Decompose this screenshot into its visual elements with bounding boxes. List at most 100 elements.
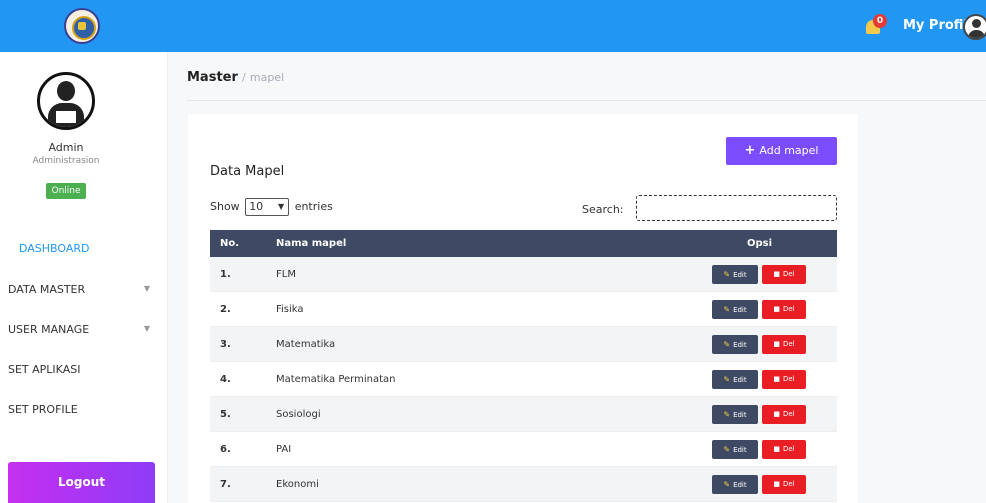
chevron-down-icon: ▼ [143, 324, 150, 333]
table-row: 5. Sosiologi ✎ Edit ■ Del [210, 397, 837, 432]
row-name: Matematika Perminatan [276, 374, 396, 385]
pencil-icon: ✎ [723, 375, 731, 384]
pencil-icon: ✎ [723, 270, 731, 279]
sidebar-item-label: USER MANAGE [8, 323, 90, 336]
entries-select[interactable]: 10 ▼ [245, 198, 290, 216]
row-name: Matematika [276, 339, 336, 350]
row-name: Ekonomi [276, 479, 319, 490]
trash-icon: ■ [773, 445, 780, 453]
logout-button[interactable]: Logout [8, 462, 155, 503]
row-number: 1. [220, 269, 231, 280]
trash-icon: ■ [773, 270, 780, 278]
edit-button[interactable]: ✎ Edit [712, 405, 758, 424]
edit-button[interactable]: ✎ Edit [712, 440, 758, 459]
row-number: 4. [220, 374, 231, 385]
edit-label: Edit [733, 376, 747, 384]
edit-label: Edit [733, 306, 747, 314]
column-header-nama-mapel[interactable]: Nama mapel [276, 238, 346, 249]
table-row: 4. Matematika Perminatan ✎ Edit ■ Del [210, 362, 837, 397]
plus-icon: + [744, 143, 756, 158]
table-row: 7. Ekonomi ✎ Edit ■ Del [210, 467, 837, 502]
search-label: Search: [582, 203, 624, 216]
edit-label: Edit [733, 271, 747, 279]
sidebar-item-label: DATA MASTER [8, 283, 86, 296]
breadcrumb-separator: / [242, 71, 246, 84]
sidebar-item-set-profile[interactable]: SET PROFILE [8, 403, 158, 416]
row-name: Sosiologi [276, 409, 321, 420]
trash-icon: ■ [773, 340, 780, 348]
sidebar-item-dashboard[interactable]: DASHBOARD [19, 242, 169, 255]
search-input[interactable] [636, 195, 837, 221]
entries-control: Show 10 ▼ entries [210, 198, 333, 216]
delete-label: Del [782, 305, 795, 313]
breadcrumb-current: mapel [249, 71, 285, 84]
table-header: No. Nama mapel Opsi [210, 230, 837, 257]
show-label: Show [210, 200, 240, 213]
edit-label: Edit [733, 481, 747, 489]
pencil-icon: ✎ [723, 480, 731, 489]
row-name: Fisika [276, 304, 304, 315]
table-row: 2. Fisika ✎ Edit ■ Del [210, 292, 837, 327]
row-number: 6. [220, 444, 231, 455]
table-row: 6. PAI ✎ Edit ■ Del [210, 432, 837, 467]
breadcrumb-divider [187, 100, 986, 101]
entries-value: 10 [249, 200, 264, 213]
delete-button[interactable]: ■ Del [762, 475, 806, 494]
user-avatar [37, 72, 95, 130]
table-row: 1. FLM ✎ Edit ■ Del [210, 257, 837, 292]
table-row: 3. Matematika ✎ Edit ■ Del [210, 327, 837, 362]
row-name: FLM [276, 269, 296, 280]
breadcrumb-main[interactable]: Master [187, 70, 238, 85]
pencil-icon: ✎ [723, 305, 731, 314]
edit-button[interactable]: ✎ Edit [712, 370, 758, 389]
column-header-opsi: Opsi [747, 238, 773, 249]
edit-button[interactable]: ✎ Edit [712, 265, 758, 284]
notification-bell[interactable]: 0 [864, 14, 887, 38]
trash-icon: ■ [773, 410, 780, 418]
notification-count-badge: 0 [873, 14, 887, 28]
row-number: 2. [220, 304, 231, 315]
top-navbar: 0 My Profile [0, 0, 986, 52]
row-number: 5. [220, 409, 231, 420]
mapel-table: No. Nama mapel Opsi 1. FLM ✎ Edit ■ Del 2.… [210, 230, 837, 502]
card-title: Data Mapel [210, 164, 285, 179]
delete-label: Del [782, 445, 795, 453]
data-card: + Add mapel Data Mapel Show 10 ▼ entries … [188, 114, 858, 503]
user-role: Administrasion [32, 156, 100, 166]
sidebar-item-data-master[interactable]: DATA MASTER ▼ [8, 283, 158, 296]
delete-button[interactable]: ■ Del [762, 265, 806, 284]
delete-label: Del [782, 340, 795, 348]
sidebar-item-label: SET PROFILE [8, 403, 78, 416]
delete-button[interactable]: ■ Del [762, 440, 806, 459]
delete-label: Del [782, 270, 795, 278]
pencil-icon: ✎ [723, 410, 731, 419]
sidebar-item-label: SET APLIKASI [8, 363, 81, 376]
edit-button[interactable]: ✎ Edit [712, 475, 758, 494]
profile-avatar[interactable] [963, 14, 986, 40]
delete-button[interactable]: ■ Del [762, 335, 806, 354]
edit-button[interactable]: ✎ Edit [712, 300, 758, 319]
column-header-no[interactable]: No. [220, 238, 239, 249]
chevron-down-icon: ▼ [278, 202, 285, 211]
delete-label: Del [782, 480, 795, 488]
sidebar-item-user-manage[interactable]: USER MANAGE ▼ [8, 323, 158, 336]
delete-button[interactable]: ■ Del [762, 405, 806, 424]
pencil-icon: ✎ [723, 340, 731, 349]
app-logo[interactable] [64, 8, 100, 44]
pencil-icon: ✎ [723, 445, 731, 454]
chevron-down-icon: ▼ [143, 284, 150, 293]
trash-icon: ■ [773, 375, 780, 383]
edit-label: Edit [733, 411, 747, 419]
delete-button[interactable]: ■ Del [762, 300, 806, 319]
edit-label: Edit [733, 341, 747, 349]
edit-label: Edit [733, 446, 747, 454]
trash-icon: ■ [773, 305, 780, 313]
edit-button[interactable]: ✎ Edit [712, 335, 758, 354]
sidebar-item-set-aplikasi[interactable]: SET APLIKASI [8, 363, 158, 376]
row-number: 3. [220, 339, 231, 350]
breadcrumb: Master / mapel [187, 70, 284, 85]
delete-label: Del [782, 375, 795, 383]
delete-button[interactable]: ■ Del [762, 370, 806, 389]
add-mapel-button[interactable]: + Add mapel [726, 137, 837, 165]
entries-label: entries [294, 200, 333, 213]
